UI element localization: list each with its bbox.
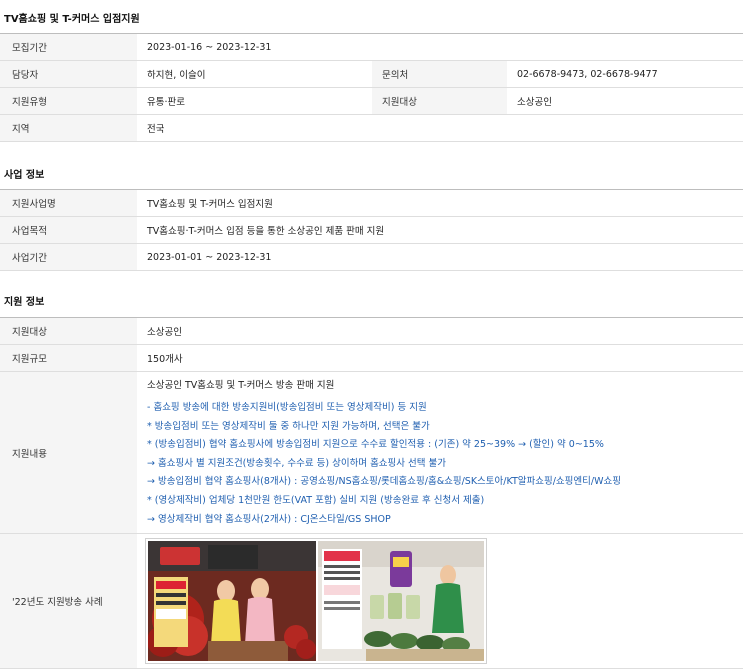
purpose-value: TV홈쇼핑·T-커머스 입점 등을 통한 소상공인 제품 판매 지원 bbox=[137, 216, 743, 244]
period-label: 모집기간 bbox=[0, 33, 137, 61]
purpose-label: 사업목적 bbox=[0, 216, 137, 244]
table-row: 담당자 하지현, 이슬이 문의처 02-6678-9473, 02-6678-9… bbox=[0, 60, 743, 88]
support-target-value: 소상공인 bbox=[137, 317, 743, 345]
table-row: 사업목적 TV홈쇼핑·T-커머스 입점 등을 통한 소상공인 제품 판매 지원 bbox=[0, 216, 743, 244]
region-value: 전국 bbox=[137, 114, 743, 142]
content-line: → 홈쇼핑사 별 지원조건(방송횟수, 수수료 등) 상이하며 홈쇼핑사 선택 … bbox=[147, 457, 447, 469]
broadcast-thumbnail-food bbox=[318, 541, 484, 662]
contact-label: 문의처 bbox=[372, 60, 507, 88]
section-title-support: 지원 정보 bbox=[4, 297, 45, 308]
case-label: '22년도 지원방송 사례 bbox=[0, 533, 137, 670]
overview-table: 모집기간 2023-01-16 ~ 2023-12-31 담당자 하지현, 이슬… bbox=[0, 33, 743, 142]
content-line: - 홈쇼핑 방송에 대한 방송지원비(방송입점비 또는 영상제작비) 등 지원 bbox=[147, 402, 427, 413]
content-line: * 방송입점비 또는 영상제작비 둘 중 하나만 지원 가능하며, 선택은 불가 bbox=[147, 420, 430, 432]
table-row: 지원유형 유통·판로 지원대상 소상공인 bbox=[0, 87, 743, 115]
section-title-overview: TV홈쇼핑 및 T-커머스 입점지원 bbox=[4, 14, 140, 25]
content-line: * (방송입점비) 협약 홈쇼핑사에 방송입점비 지원으로 수수료 할인적용 :… bbox=[147, 439, 604, 451]
broadcast-image-food bbox=[318, 541, 484, 662]
broadcast-image-apple bbox=[148, 541, 316, 662]
business-name-label: 지원사업명 bbox=[0, 189, 137, 217]
manager-label: 담당자 bbox=[0, 60, 137, 88]
target-value: 소상공인 bbox=[507, 87, 743, 115]
manager-value: 하지현, 이슬이 bbox=[137, 60, 372, 88]
content-line: → 방송입점비 협약 홈쇼핑사(8개사) : 공영쇼핑/NS홈쇼핑/롯데홈쇼핑/… bbox=[147, 476, 621, 488]
table-row: 지원대상 소상공인 bbox=[0, 317, 743, 345]
content-head: 소상공인 TV홈쇼핑 및 T-커머스 방송 판매 지원 bbox=[147, 380, 335, 391]
table-row: '22년도 지원방송 사례 bbox=[0, 533, 743, 670]
table-row: 지원사업명 TV홈쇼핑 및 T-커머스 입점지원 bbox=[0, 189, 743, 217]
scale-value: 150개사 bbox=[137, 344, 743, 372]
support-target-label: 지원대상 bbox=[0, 317, 137, 345]
table-row: 지원내용 소상공인 TV홈쇼핑 및 T-커머스 방송 판매 지원 - 홈쇼핑 방… bbox=[0, 371, 743, 535]
case-images bbox=[137, 533, 743, 670]
table-row: 모집기간 2023-01-16 ~ 2023-12-31 bbox=[0, 33, 743, 61]
table-row: 지역 전국 bbox=[0, 114, 743, 142]
business-name-value: TV홈쇼핑 및 T-커머스 입점지원 bbox=[137, 189, 743, 217]
business-table: 지원사업명 TV홈쇼핑 및 T-커머스 입점지원 사업목적 TV홈쇼핑·T-커머… bbox=[0, 189, 743, 271]
region-label: 지역 bbox=[0, 114, 137, 142]
table-row: 사업기간 2023-01-01 ~ 2023-12-31 bbox=[0, 243, 743, 271]
broadcast-thumbnail-apple bbox=[148, 541, 316, 662]
type-value: 유통·판로 bbox=[137, 87, 372, 115]
content-line: * (영상제작비) 업체당 1천만원 한도(VAT 포함) 실비 지원 (방송완… bbox=[147, 494, 485, 506]
duration-label: 사업기간 bbox=[0, 243, 137, 271]
section-title-business: 사업 정보 bbox=[4, 170, 45, 181]
broadcast-images bbox=[145, 538, 487, 665]
contact-value: 02-6678-9473, 02-6678-9477 bbox=[507, 60, 743, 88]
duration-value: 2023-01-01 ~ 2023-12-31 bbox=[137, 243, 743, 271]
table-row: 지원규모 150개사 bbox=[0, 344, 743, 372]
content-value: 소상공인 TV홈쇼핑 및 T-커머스 방송 판매 지원 - 홈쇼핑 방송에 대한… bbox=[137, 371, 743, 535]
type-label: 지원유형 bbox=[0, 87, 137, 115]
target-label: 지원대상 bbox=[372, 87, 507, 115]
content-label: 지원내용 bbox=[0, 371, 137, 535]
content-line: → 영상제작비 협약 홈쇼핑사(2개사) : CJ온스타일/GS SHOP bbox=[147, 513, 391, 525]
period-value: 2023-01-16 ~ 2023-12-31 bbox=[137, 33, 743, 61]
scale-label: 지원규모 bbox=[0, 344, 137, 372]
support-table: 지원대상 소상공인 지원규모 150개사 지원내용 소상공인 TV홈쇼핑 및 T… bbox=[0, 317, 743, 670]
